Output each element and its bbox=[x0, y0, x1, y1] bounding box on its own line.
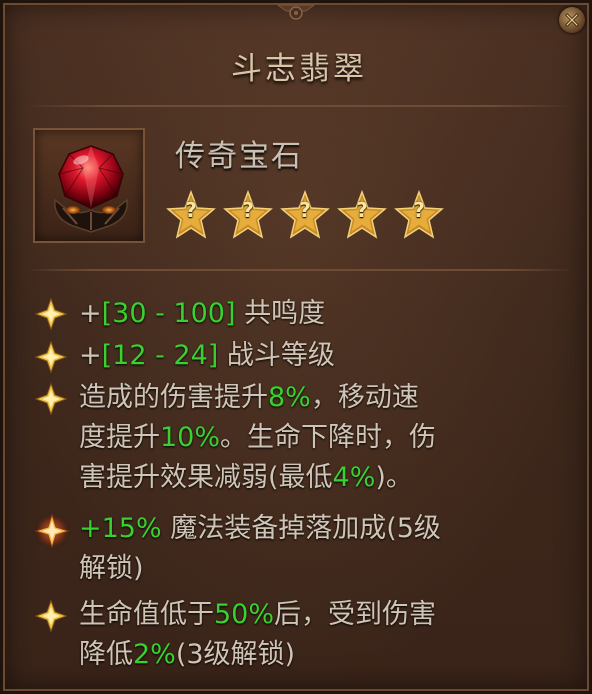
item-title: 斗志翡翠 bbox=[231, 51, 367, 87]
attr-value: 10% bbox=[160, 422, 221, 453]
attribute-combat-level: +[12 - 24] 战斗等级 bbox=[79, 336, 579, 376]
diamond-bullet-icon bbox=[34, 382, 68, 416]
top-ornament-icon bbox=[276, 4, 316, 20]
star-rank-value: ? bbox=[299, 198, 311, 222]
attr-line: 降低2%(3级解锁) bbox=[79, 635, 579, 675]
star-rank-value: ? bbox=[413, 198, 425, 222]
attr-text: 降低 bbox=[79, 639, 133, 670]
attribute-damage-bonus: 造成的伤害提升8%，移动速 度提升10%。生命下降时，伤 害提升效果减弱(最低4… bbox=[79, 378, 579, 498]
attribute-bullet-1 bbox=[33, 296, 69, 332]
attr-label: 共鸣度 bbox=[235, 298, 326, 329]
attr-text: ，移动速 bbox=[310, 382, 419, 413]
attr-line: 解锁) bbox=[79, 549, 579, 589]
attr-value: 8% bbox=[268, 382, 311, 413]
attr-value: [12 - 24] bbox=[101, 340, 219, 371]
rank-star-5: ? bbox=[394, 190, 444, 240]
attr-line: +15% 魔法装备掉落加成(5级 bbox=[79, 509, 579, 549]
star-rank-value: ? bbox=[356, 198, 368, 222]
attr-plus: + bbox=[79, 340, 102, 371]
star-rank-value: ? bbox=[185, 198, 197, 222]
close-button[interactable] bbox=[559, 7, 585, 33]
glowing-diamond-bullet-icon bbox=[33, 512, 71, 550]
attribute-damage-reduction: 生命值低于50%后，受到伤害 降低2%(3级解锁) bbox=[79, 595, 579, 675]
rank-star-3: ? bbox=[280, 190, 330, 240]
attr-line: 害提升效果减弱(最低4%)。 bbox=[79, 458, 579, 498]
attr-line: 度提升10%。生命下降时，伤 bbox=[79, 418, 579, 458]
attr-line: 造成的伤害提升8%，移动速 bbox=[79, 378, 579, 418]
attr-value: 50% bbox=[214, 599, 275, 630]
attr-text: 解锁) bbox=[79, 553, 144, 584]
attr-line: 生命值低于50%后，受到伤害 bbox=[79, 595, 579, 635]
attr-value: 2% bbox=[133, 639, 176, 670]
attribute-resonance: +[30 - 100] 共鸣度 bbox=[79, 294, 579, 334]
attribute-bullet-3 bbox=[33, 381, 69, 417]
title-divider bbox=[25, 105, 573, 107]
attr-text: 。生命下降时，伤 bbox=[220, 422, 437, 453]
attribute-bullet-5 bbox=[33, 598, 69, 634]
attribute-magic-find: +15% 魔法装备掉落加成(5级 解锁) bbox=[79, 509, 579, 589]
item-type-label: 传奇宝石 bbox=[175, 139, 303, 174]
attr-text: 生命值低于 bbox=[79, 599, 214, 630]
attr-text: )。 bbox=[375, 462, 413, 493]
attr-text: 害提升效果减弱(最低 bbox=[79, 462, 333, 493]
attr-value: 4% bbox=[332, 462, 376, 493]
attr-text: 造成的伤害提升 bbox=[79, 382, 268, 413]
diamond-bullet-icon bbox=[34, 340, 68, 374]
attr-value: +15% bbox=[79, 513, 162, 544]
diamond-bullet-icon bbox=[34, 297, 68, 331]
attr-value: [30 - 100] bbox=[101, 298, 236, 329]
rank-star-1: ? bbox=[166, 190, 216, 240]
attr-label: 战斗等级 bbox=[218, 340, 335, 371]
attribute-bullet-2 bbox=[33, 339, 69, 375]
attr-text: 后，受到伤害 bbox=[274, 599, 437, 630]
gem-portrait-frame bbox=[33, 128, 145, 243]
attribute-bullet-4 bbox=[32, 511, 72, 551]
gem-tooltip-panel: 斗志翡翠 传奇宝石 ? ? ? ? ? +[30 - 100] 共鸣度 +[12… bbox=[0, 0, 592, 694]
attr-text: (3级解锁) bbox=[175, 639, 296, 670]
legendary-gem-icon bbox=[54, 145, 128, 233]
rank-star-4: ? bbox=[337, 190, 387, 240]
attr-plus: + bbox=[79, 298, 102, 329]
close-icon bbox=[565, 13, 579, 27]
section-divider bbox=[25, 269, 573, 271]
attr-text: 魔法装备掉落加成(5级 bbox=[161, 513, 441, 544]
rank-star-2: ? bbox=[223, 190, 273, 240]
diamond-bullet-icon bbox=[34, 599, 68, 633]
attr-text: 度提升 bbox=[79, 422, 160, 453]
star-rank-value: ? bbox=[242, 198, 254, 222]
